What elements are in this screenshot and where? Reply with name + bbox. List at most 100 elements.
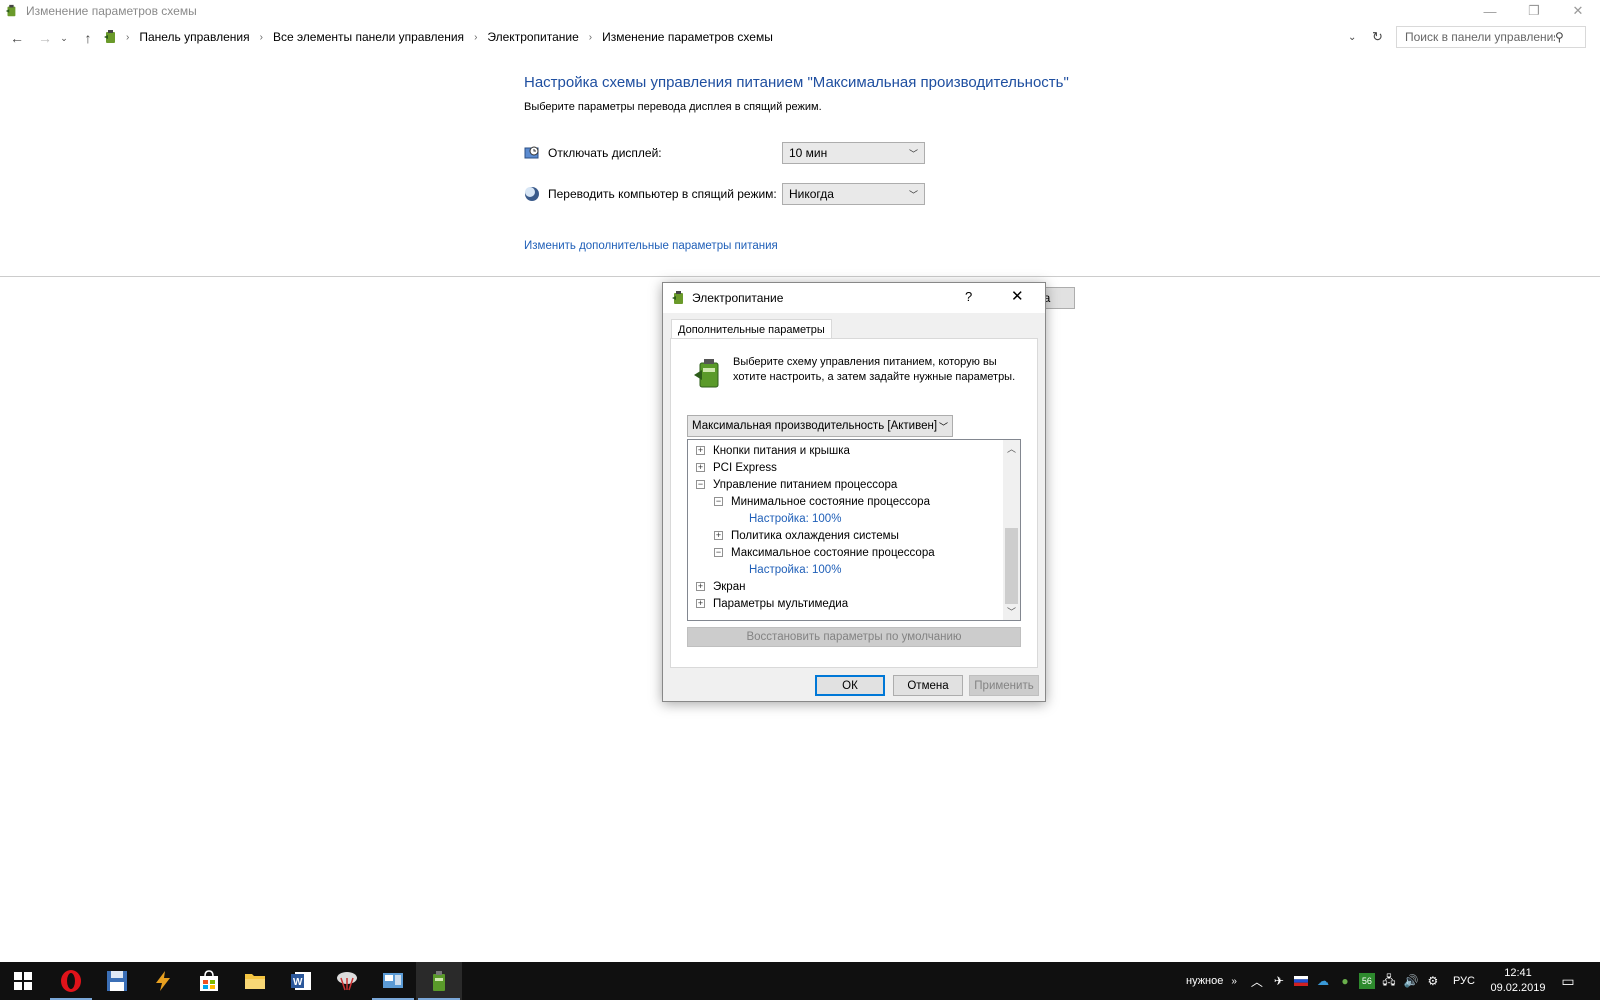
expand-icon[interactable]: + bbox=[696, 463, 705, 472]
tree-item-display[interactable]: + Экран bbox=[696, 578, 745, 595]
search-icon[interactable]: ⚲ bbox=[1555, 30, 1564, 44]
action-center[interactable]: ▭ bbox=[1560, 962, 1576, 1000]
svg-text:W: W bbox=[293, 977, 303, 988]
show-hidden-icons-icon[interactable]: ︿ bbox=[1249, 973, 1265, 989]
tab-advanced-settings[interactable]: Дополнительные параметры bbox=[671, 319, 832, 339]
power-plan-select[interactable]: Максимальная производительность [Активен… bbox=[687, 415, 953, 437]
scroll-up-icon[interactable]: ︿ bbox=[1003, 440, 1020, 457]
collapse-icon[interactable]: − bbox=[696, 480, 705, 489]
tree-item-cooling-policy[interactable]: + Политика охлаждения системы bbox=[714, 527, 899, 544]
collapse-icon[interactable]: − bbox=[714, 548, 723, 557]
expand-icon[interactable]: + bbox=[696, 599, 705, 608]
windows-logo-icon bbox=[14, 972, 32, 990]
volume-icon[interactable]: 🔊 bbox=[1403, 973, 1419, 989]
expand-icon[interactable]: + bbox=[696, 582, 705, 591]
network-icon[interactable]: 🖧 bbox=[1381, 973, 1397, 989]
sleep-row: Переводить компьютер в спящий режим: Ник… bbox=[524, 183, 925, 205]
breadcrumb-all-items[interactable]: Все элементы панели управления bbox=[267, 30, 470, 44]
counter-badge[interactable]: 56 bbox=[1358, 973, 1375, 989]
tree-item-processor-power[interactable]: − Управление питанием процессора bbox=[696, 476, 897, 493]
tree-item-max-processor-state[interactable]: − Максимальное состояние процессора bbox=[714, 544, 935, 561]
collapse-icon[interactable]: − bbox=[714, 497, 723, 506]
apply-button[interactable]: Применить bbox=[969, 675, 1039, 696]
address-history-chevron-icon[interactable]: ⌄ bbox=[1348, 32, 1356, 43]
tree-item-min-processor-state[interactable]: − Минимальное состояние процессора bbox=[714, 493, 930, 510]
breadcrumb-separator: › bbox=[259, 31, 263, 43]
chevron-down-icon: ﹀ bbox=[908, 189, 918, 200]
tab-panel: Выберите схему управления питанием, кото… bbox=[670, 338, 1038, 668]
steam-icon[interactable]: ⚙ bbox=[1425, 973, 1441, 989]
breadcrumb-power-options[interactable]: Электропитание bbox=[481, 30, 584, 44]
taskbar-explorer[interactable] bbox=[232, 962, 278, 1000]
dialog-close-icon[interactable]: ✕ bbox=[1011, 287, 1024, 305]
breadcrumb-edit-plan[interactable]: Изменение параметров схемы bbox=[596, 30, 779, 44]
window-titlebar: Изменение параметров схемы bbox=[0, 0, 1600, 22]
taskbar-tool[interactable] bbox=[140, 962, 186, 1000]
display-off-label: Отключать дисплей: bbox=[548, 146, 662, 160]
intro: Выберите схему управления питанием, кото… bbox=[691, 355, 1033, 389]
tree-item-label: Максимальное состояние процессора bbox=[731, 546, 935, 559]
search-input[interactable] bbox=[1405, 30, 1555, 44]
language-indicator[interactable]: РУС bbox=[1453, 975, 1475, 987]
help-button[interactable]: ? bbox=[965, 289, 972, 304]
tree-item-max-setting[interactable]: Настройка: 100% bbox=[749, 561, 841, 578]
toolbar-label[interactable]: нужное bbox=[1186, 975, 1223, 987]
tree-item-pci-express[interactable]: + PCI Express bbox=[696, 459, 777, 476]
breadcrumb-separator: › bbox=[474, 31, 478, 43]
tree-item-multimedia[interactable]: + Параметры мультимедиа bbox=[696, 595, 848, 612]
taskbar-control-panel[interactable] bbox=[370, 962, 416, 1000]
scroll-thumb[interactable] bbox=[1005, 528, 1018, 604]
russian-flag-icon[interactable] bbox=[1293, 973, 1309, 989]
breadcrumb: › Панель управления › Все элементы панел… bbox=[98, 26, 1383, 48]
tree-item-power-buttons[interactable]: + Кнопки питания и крышка bbox=[696, 442, 850, 459]
tree-scrollbar[interactable]: ︿ ﹀ bbox=[1003, 440, 1020, 620]
min-setting-value[interactable]: Настройка: 100% bbox=[749, 513, 841, 525]
restore-defaults-button[interactable]: Восстановить параметры по умолчанию bbox=[687, 627, 1021, 647]
cloud-sync-icon[interactable]: ☁ bbox=[1315, 973, 1331, 989]
torrent-icon[interactable]: ● bbox=[1337, 973, 1353, 989]
power-options-icon bbox=[672, 291, 683, 304]
minimize-button[interactable]: — bbox=[1468, 0, 1512, 22]
max-setting-value[interactable]: Настройка: 100% bbox=[749, 564, 841, 576]
tree-item-label: Политика охлаждения системы bbox=[731, 529, 899, 542]
tree-item-label: Экран bbox=[713, 580, 746, 593]
up-arrow-icon: ↑ bbox=[84, 30, 92, 46]
start-button[interactable] bbox=[0, 962, 46, 1000]
expand-icon[interactable]: + bbox=[696, 446, 705, 455]
expand-icon[interactable]: + bbox=[714, 531, 723, 540]
taskbar-store[interactable] bbox=[186, 962, 232, 1000]
taskbar-opera[interactable] bbox=[48, 962, 94, 1000]
satellite-icon[interactable]: ✈ bbox=[1271, 973, 1287, 989]
advanced-settings-link[interactable]: Изменить дополнительные параметры питани… bbox=[524, 240, 778, 252]
breadcrumb-control-panel[interactable]: Панель управления bbox=[133, 30, 255, 44]
taskbar-save-app[interactable] bbox=[94, 962, 140, 1000]
scroll-down-icon[interactable]: ﹀ bbox=[1003, 603, 1020, 620]
cancel-button[interactable]: Отмена bbox=[893, 675, 963, 696]
word-icon: W bbox=[291, 972, 311, 990]
toolbar-expand-icon[interactable]: » bbox=[1231, 976, 1237, 987]
window-title: Изменение параметров схемы bbox=[26, 4, 197, 18]
chevron-down-icon: ﹀ bbox=[908, 148, 918, 159]
battery-icon bbox=[433, 971, 445, 991]
divider bbox=[0, 276, 1600, 277]
clock-time: 12:41 bbox=[1504, 967, 1532, 979]
taskbar-app-network[interactable] bbox=[324, 962, 370, 1000]
forward-button[interactable]: → bbox=[34, 27, 56, 49]
up-button[interactable]: ↑ bbox=[77, 27, 99, 49]
taskbar-power-options[interactable] bbox=[416, 962, 462, 1000]
back-button[interactable]: ← bbox=[6, 27, 28, 49]
lightning-tool-icon bbox=[156, 971, 170, 991]
restore-button[interactable]: ❐ bbox=[1512, 0, 1556, 22]
ok-button[interactable]: ОК bbox=[815, 675, 885, 696]
close-button[interactable]: ✕ bbox=[1556, 0, 1600, 22]
recent-locations-button[interactable]: ⌄ bbox=[58, 27, 70, 49]
tree-item-min-setting[interactable]: Настройка: 100% bbox=[749, 510, 841, 527]
clock[interactable]: 12:41 09.02.2019 bbox=[1488, 966, 1548, 996]
refresh-icon[interactable]: ↻ bbox=[1372, 29, 1383, 45]
page-subtitle: Выберите параметры перевода дисплея в сп… bbox=[524, 101, 822, 113]
taskbar-word[interactable]: W bbox=[278, 962, 324, 1000]
control-panel-app-icon bbox=[383, 973, 403, 988]
sleep-select[interactable]: Никогда ﹀ bbox=[782, 183, 925, 205]
display-off-select[interactable]: 10 мин ﹀ bbox=[782, 142, 925, 164]
ok-label: ОК bbox=[842, 679, 858, 692]
